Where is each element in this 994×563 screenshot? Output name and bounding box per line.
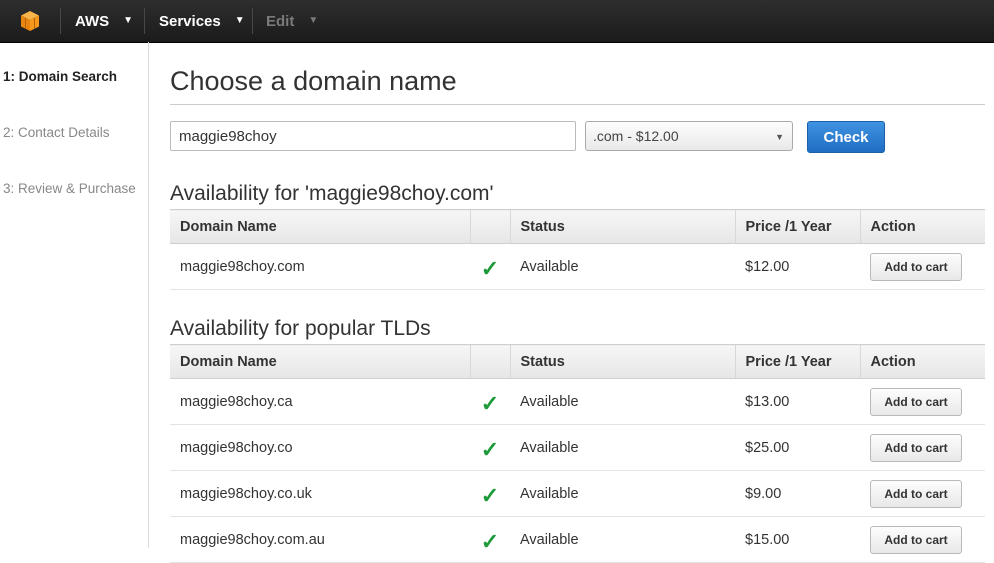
status-text: Available	[510, 378, 735, 425]
column-header-price[interactable]: Price /1 Year	[734, 209, 860, 244]
checkmark-icon: ✓	[480, 390, 500, 416]
status-text: Available	[510, 243, 735, 290]
popular-tlds-table: Domain Name Status Price /1 Year Action …	[170, 344, 985, 563]
status-text: Available	[510, 516, 735, 563]
column-header-price[interactable]: Price /1 Year	[734, 344, 860, 379]
column-header-check	[469, 209, 510, 244]
aws-menu-label: AWS	[75, 12, 110, 30]
popular-tlds-title: Availability for popular TLDs	[170, 317, 431, 340]
price-text: $15.00	[735, 516, 860, 563]
edit-menu[interactable]: Edit ▼	[266, 0, 318, 42]
chevron-down-icon: ▼	[308, 14, 319, 26]
table-header-row: Domain Name Status Price /1 Year Action	[170, 209, 985, 244]
aws-logo[interactable]	[14, 0, 46, 42]
column-header-check	[469, 344, 510, 379]
domain-name: maggie98choy.com.au	[170, 516, 470, 563]
chevron-down-icon: ▼	[234, 14, 245, 26]
checkmark-icon: ✓	[480, 528, 500, 554]
status-text: Available	[510, 424, 735, 471]
add-to-cart-button[interactable]: Add to cart	[870, 387, 962, 416]
price-text: $9.00	[735, 470, 860, 517]
add-to-cart-button[interactable]: Add to cart	[870, 252, 962, 281]
price-text: $13.00	[735, 378, 860, 425]
availability-table: Domain Name Status Price /1 Year Action …	[170, 209, 985, 290]
services-menu[interactable]: Services ▼	[159, 0, 245, 42]
domain-name: maggie98choy.com	[170, 243, 470, 290]
step-domain-search[interactable]: 1: Domain Search	[3, 69, 117, 84]
price-text: $25.00	[735, 424, 860, 471]
column-header-domain[interactable]: Domain Name	[170, 209, 470, 244]
chevron-down-icon: ▼	[123, 14, 134, 26]
column-header-action: Action	[859, 344, 985, 379]
price-text: $12.00	[735, 243, 860, 290]
column-header-status[interactable]: Status	[509, 209, 735, 244]
status-text: Available	[510, 470, 735, 517]
add-to-cart-button[interactable]: Add to cart	[870, 479, 962, 508]
wizard-steps-sidebar: 1: Domain Search 2: Contact Details 3: R…	[0, 42, 149, 548]
divider	[170, 104, 985, 105]
tld-select[interactable]: .com - $12.00 ▼	[585, 121, 793, 151]
table-row: maggie98choy.ca ✓ Available $13.00 Add t…	[170, 378, 985, 425]
column-header-action: Action	[859, 209, 985, 244]
domain-name: maggie98choy.co	[170, 424, 470, 471]
chevron-down-icon: ▼	[775, 132, 784, 142]
table-row: maggie98choy.com.au ✓ Available $15.00 A…	[170, 516, 985, 563]
column-header-domain[interactable]: Domain Name	[170, 344, 470, 379]
table-row: maggie98choy.com ✓ Available $12.00 Add …	[170, 243, 985, 290]
top-nav-bar: AWS ▼ Services ▼ Edit ▼	[0, 0, 994, 43]
aws-menu[interactable]: AWS ▼	[75, 0, 133, 42]
aws-cube-icon	[21, 11, 39, 31]
table-row: maggie98choy.co.uk ✓ Available $9.00 Add…	[170, 470, 985, 517]
edit-menu-label: Edit	[266, 12, 295, 30]
check-button[interactable]: Check	[807, 121, 885, 153]
page-title: Choose a domain name	[170, 66, 457, 96]
services-menu-label: Services	[159, 12, 221, 30]
tld-select-value: .com - $12.00	[593, 128, 679, 144]
step-review-purchase[interactable]: 3: Review & Purchase	[3, 181, 136, 196]
add-to-cart-button[interactable]: Add to cart	[870, 525, 962, 554]
domain-name: maggie98choy.ca	[170, 378, 470, 425]
column-header-status[interactable]: Status	[509, 344, 735, 379]
availability-title: Availability for 'maggie98choy.com'	[170, 182, 494, 205]
table-header-row: Domain Name Status Price /1 Year Action	[170, 344, 985, 379]
table-row: maggie98choy.co ✓ Available $25.00 Add t…	[170, 424, 985, 471]
checkmark-icon: ✓	[480, 436, 500, 462]
checkmark-icon: ✓	[480, 255, 500, 281]
add-to-cart-button[interactable]: Add to cart	[870, 433, 962, 462]
step-contact-details[interactable]: 2: Contact Details	[3, 125, 110, 140]
domain-search-input[interactable]	[170, 121, 576, 151]
checkmark-icon: ✓	[480, 482, 500, 508]
domain-name: maggie98choy.co.uk	[170, 470, 470, 517]
